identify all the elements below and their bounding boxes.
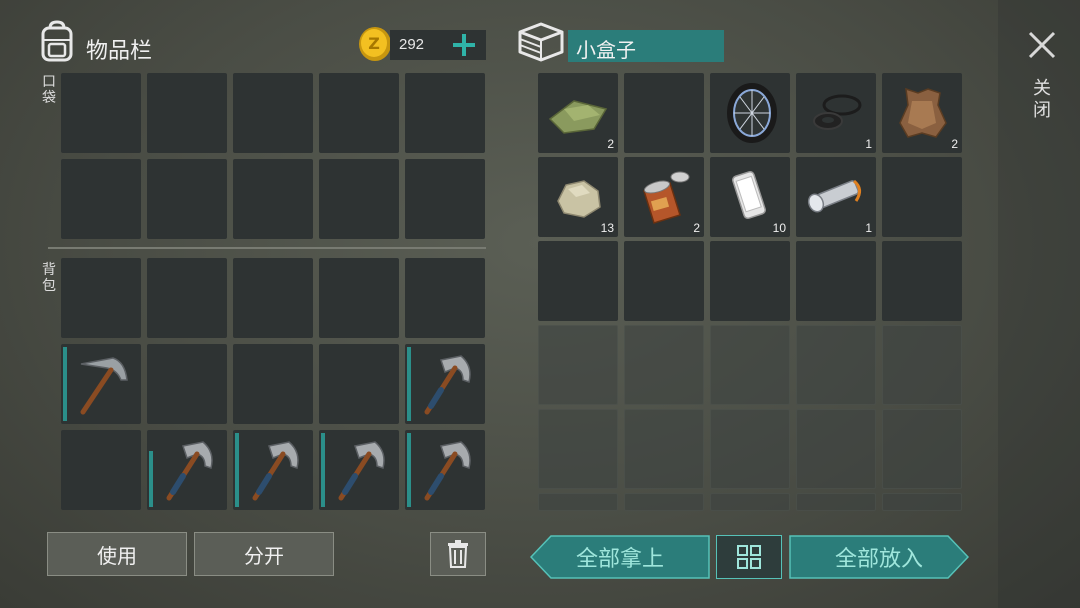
- locked-slot: [710, 493, 790, 511]
- item-qty: 1: [865, 137, 872, 151]
- pocket-slot[interactable]: [61, 73, 141, 153]
- leather-hide-icon: [899, 87, 947, 138]
- inventory-title: 物品栏: [86, 39, 153, 64]
- container-slot[interactable]: [882, 241, 962, 321]
- backpack-label: 背包: [42, 262, 56, 294]
- backpack-slot[interactable]: [319, 344, 399, 424]
- container-name: 小盒子: [576, 38, 636, 62]
- backpack-slot-hammer[interactable]: [147, 430, 227, 510]
- trash-button[interactable]: [430, 532, 486, 576]
- item-qty: 2: [693, 221, 700, 235]
- pocket-slot[interactable]: [147, 159, 227, 239]
- container-slot-tin-can[interactable]: 2: [624, 157, 704, 237]
- wheel-icon: [727, 83, 777, 143]
- item-qty: 13: [600, 221, 614, 235]
- pocket-slot[interactable]: [405, 73, 485, 153]
- backpack-slot[interactable]: [405, 258, 485, 338]
- split-button[interactable]: 分开: [194, 532, 334, 576]
- box-icon: [518, 22, 564, 62]
- backpack-slot-hammer[interactable]: [405, 430, 485, 510]
- coin-count: 292: [399, 36, 425, 53]
- put-all-button[interactable]: 全部放入: [789, 535, 969, 579]
- close-icon: [1028, 31, 1056, 59]
- pocket-label: 口袋: [42, 74, 56, 106]
- put-all-label: 全部放入: [834, 547, 923, 572]
- locked-slot: [796, 325, 876, 405]
- hammer-icon: [166, 441, 213, 501]
- rubber-ring-icon: [813, 94, 862, 130]
- backpack-icon: [38, 20, 76, 62]
- hammer-icon: [338, 441, 385, 501]
- pickaxe-icon: [80, 357, 128, 415]
- container-slot-flashlight[interactable]: 1: [796, 157, 876, 237]
- backpack-slot[interactable]: [61, 258, 141, 338]
- item-qty: 2: [607, 137, 614, 151]
- container-slot[interactable]: [882, 157, 962, 237]
- pocket-slot[interactable]: [405, 159, 485, 239]
- container-slot-wheel[interactable]: [710, 73, 790, 153]
- container-name-field[interactable]: 小盒子: [568, 30, 724, 62]
- container-slot-phone[interactable]: 10: [710, 157, 790, 237]
- use-button[interactable]: 使用: [47, 532, 187, 576]
- backpack-slot-pickaxe[interactable]: [61, 344, 141, 424]
- plus-icon[interactable]: [452, 33, 476, 57]
- take-all-button[interactable]: 全部拿上: [530, 535, 710, 579]
- divider: [48, 247, 486, 249]
- item-qty: 1: [865, 221, 872, 235]
- backpack-slot[interactable]: [233, 258, 313, 338]
- pocket-slot[interactable]: [147, 73, 227, 153]
- container-slot[interactable]: [710, 241, 790, 321]
- flashlight-icon: [807, 179, 861, 213]
- hammer-icon: [424, 355, 471, 415]
- container-slot[interactable]: [538, 241, 618, 321]
- container-slot-cloth[interactable]: 2: [538, 73, 618, 153]
- locked-slot: [710, 409, 790, 489]
- item-qty: 10: [772, 221, 786, 235]
- locked-slot: [624, 409, 704, 489]
- locked-slot: [624, 325, 704, 405]
- locked-slot: [538, 325, 618, 405]
- pocket-slot[interactable]: [61, 159, 141, 239]
- coin-icon: Z: [357, 26, 393, 62]
- container-slot-stone[interactable]: 13: [538, 157, 618, 237]
- backpack-slot[interactable]: [233, 344, 313, 424]
- hammer-icon: [424, 441, 471, 501]
- locked-slot: [882, 325, 962, 405]
- item-qty: 2: [951, 137, 958, 151]
- trash-icon: [448, 540, 468, 568]
- container-slot-rubber-ring[interactable]: 1: [796, 73, 876, 153]
- backpack-slot[interactable]: [319, 258, 399, 338]
- backpack-slot-hammer[interactable]: [319, 430, 399, 510]
- sort-icon: [737, 545, 761, 569]
- backpack-slot-hammer[interactable]: [405, 344, 485, 424]
- backpack-slot[interactable]: [147, 344, 227, 424]
- backpack-slot[interactable]: [61, 430, 141, 510]
- pocket-slot[interactable]: [319, 159, 399, 239]
- pocket-slot[interactable]: [233, 73, 313, 153]
- container-slot[interactable]: [624, 241, 704, 321]
- backpack-slot-hammer[interactable]: [233, 430, 313, 510]
- locked-slot: [796, 493, 876, 511]
- locked-slot: [796, 409, 876, 489]
- close-button[interactable]: 关闭: [1022, 28, 1062, 128]
- backpack-slot[interactable]: [147, 258, 227, 338]
- close-label: 关闭: [1033, 78, 1051, 121]
- locked-slot: [882, 409, 962, 489]
- container-slot-leather-hide[interactable]: 2: [882, 73, 962, 153]
- container-slot[interactable]: [796, 241, 876, 321]
- svg-text:Z: Z: [368, 34, 380, 53]
- hammer-icon: [252, 441, 299, 501]
- locked-slot: [710, 325, 790, 405]
- locked-slot: [624, 493, 704, 511]
- take-all-label: 全部拿上: [575, 547, 664, 572]
- pocket-slot[interactable]: [319, 73, 399, 153]
- sort-button[interactable]: [716, 535, 782, 579]
- container-slot[interactable]: [624, 73, 704, 153]
- tin-can-icon: [643, 171, 690, 224]
- cloth-icon: [548, 100, 608, 134]
- pocket-slot[interactable]: [233, 159, 313, 239]
- locked-slot: [538, 409, 618, 489]
- locked-slot: [538, 493, 618, 511]
- locked-slot: [882, 493, 962, 511]
